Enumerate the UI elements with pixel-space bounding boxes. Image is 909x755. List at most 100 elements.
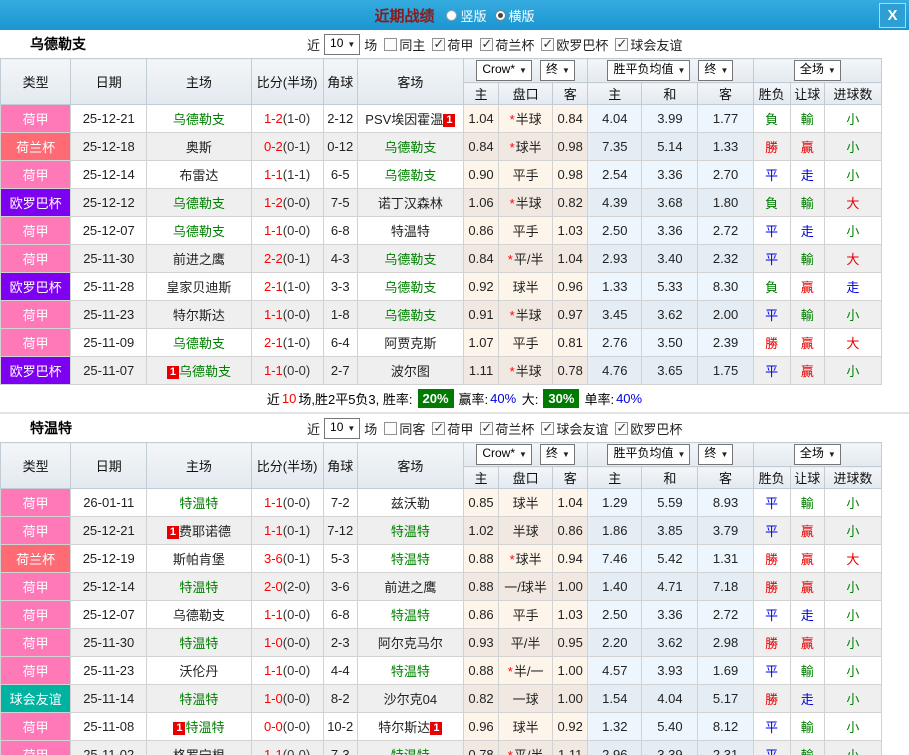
mean-draw-cell: 3.93	[642, 657, 698, 685]
odds-home-cell: 1.11	[463, 357, 498, 385]
match-row: 荷甲25-11-081特温特0-0(0-0)10-2特尔斯达10.96球半0.9…	[1, 713, 882, 741]
home-team-label: 乌德勒支	[173, 196, 225, 211]
recent-count-select[interactable]: 10▼	[324, 418, 360, 439]
handicap-cell: 輸	[790, 105, 824, 133]
odds-home-cell: 0.85	[463, 489, 498, 517]
score-cell: 0-0(0-0)	[251, 713, 323, 741]
handicap-cell: 贏	[790, 517, 824, 545]
odds-away-cell: 0.98	[553, 133, 588, 161]
mean-select[interactable]: 胜平负均值▼	[607, 444, 690, 465]
asterisk-mark: *	[508, 748, 513, 755]
full-match-select[interactable]: 全场▼	[794, 60, 841, 81]
league-checkbox-2[interactable]	[541, 38, 554, 51]
league-checkbox-0[interactable]	[432, 422, 445, 435]
odds-line-cell: *半球	[499, 357, 553, 385]
odds-final-select[interactable]: 终▼	[540, 60, 575, 81]
odds-home-cell: 0.88	[463, 573, 498, 601]
result-cell: 勝	[753, 329, 790, 357]
home-team: 特温特	[147, 489, 251, 517]
asterisk-mark: *	[510, 196, 515, 211]
league-label-3: 球会友谊	[630, 35, 682, 54]
sub-col-header: 进球数	[824, 83, 881, 105]
handicap-cell: 走	[790, 601, 824, 629]
close-icon[interactable]: X	[879, 3, 906, 28]
result-cell: 平	[753, 245, 790, 273]
away-team: 特尔斯达1	[357, 713, 463, 741]
halftime-score: (1-0)	[283, 335, 310, 350]
match-row: 荷甲25-11-30特温特1-0(0-0)2-3阿尔克马尔0.93平/半0.95…	[1, 629, 882, 657]
home-team-label: 皇家贝迪斯	[166, 280, 231, 295]
away-team-label: 阿贾克斯	[384, 336, 436, 351]
mean-draw-cell: 3.50	[642, 329, 698, 357]
same-venue-label: 同主	[399, 35, 425, 54]
filter-bar: 近10▼场同主荷甲荷兰杯欧罗巴杯球会友谊	[307, 34, 682, 55]
header-row-groups: 类型日期主场比分(半场)角球客场Crow*▼终▼胜平负均值▼终▼全场▼	[1, 443, 882, 467]
mean-final-select-value: 终	[704, 446, 716, 460]
league-badge: 荷甲	[1, 601, 71, 629]
mean-final-select[interactable]: 终▼	[698, 60, 733, 81]
odds-line-cell: *球半	[499, 133, 553, 161]
chevron-down-icon: ▼	[347, 424, 355, 433]
red-card-badge: 1	[443, 114, 455, 127]
match-row: 荷甲25-12-14布雷达1-1(1-1)6-5乌德勒支0.90平手0.982.…	[1, 161, 882, 189]
mean-away-cell: 8.12	[698, 713, 753, 741]
fulltime-score: 2-0	[264, 579, 283, 594]
odds-company-select[interactable]: Crow*▼	[476, 60, 532, 81]
league-badge: 荷甲	[1, 657, 71, 685]
home-team-label: 前进之鹰	[173, 252, 225, 267]
league-badge: 荷兰杯	[1, 133, 71, 161]
mean-home-cell: 1.40	[588, 573, 642, 601]
mean-home-cell: 1.86	[588, 517, 642, 545]
away-team: 阿贾克斯	[357, 329, 463, 357]
corners-cell: 4-4	[323, 657, 357, 685]
score-cell: 1-1(1-1)	[251, 161, 323, 189]
full-match-select[interactable]: 全场▼	[794, 444, 841, 465]
mean-away-cell: 5.17	[698, 685, 753, 713]
mean-final-select[interactable]: 终▼	[698, 444, 733, 465]
chevron-down-icon: ▼	[828, 66, 836, 75]
league-checkbox-1[interactable]	[480, 422, 493, 435]
asterisk-mark: *	[508, 664, 513, 679]
title-bar: 近期战绩 竖版 横版 X	[0, 0, 909, 30]
mean-away-cell: 1.80	[698, 189, 753, 217]
handicap-cell: 輸	[790, 189, 824, 217]
date-cell: 25-12-14	[71, 573, 147, 601]
league-checkbox-2[interactable]	[541, 422, 554, 435]
home-team: 格罗宁根	[147, 741, 251, 755]
league-badge: 荷甲	[1, 329, 71, 357]
league-checkbox-1[interactable]	[480, 38, 493, 51]
result-cell: 平	[753, 161, 790, 189]
odds-line-cell: *半球	[499, 105, 553, 133]
fulltime-score: 1-2	[264, 195, 283, 210]
odds-away-cell: 1.00	[553, 573, 588, 601]
odds-away-cell: 0.94	[553, 545, 588, 573]
recent-count-select[interactable]: 10▼	[324, 34, 360, 55]
odds-line-cell: 平手	[499, 161, 553, 189]
mean-select[interactable]: 胜平负均值▼	[607, 60, 690, 81]
odds-home-cell: 0.92	[463, 273, 498, 301]
same-venue-checkbox[interactable]	[384, 38, 397, 51]
sub-col-header: 胜负	[753, 467, 790, 489]
odds-company-select[interactable]: Crow*▼	[476, 444, 532, 465]
odds-line-cell: *半球	[499, 301, 553, 329]
summary-near-label: 近	[267, 389, 280, 408]
league-badge: 欧罗巴杯	[1, 273, 71, 301]
mean-draw-cell: 4.71	[642, 573, 698, 601]
layout-horizontal-radio[interactable]	[495, 10, 506, 21]
odds-final-select[interactable]: 终▼	[540, 444, 575, 465]
handicap-cell: 贏	[790, 273, 824, 301]
date-cell: 25-12-12	[71, 189, 147, 217]
halftime-score: (0-0)	[283, 607, 310, 622]
handicap-cell: 輸	[790, 741, 824, 755]
col-header: 客场	[357, 59, 463, 105]
sub-col-header: 客	[698, 83, 753, 105]
same-venue-checkbox[interactable]	[384, 422, 397, 435]
league-checkbox-3[interactable]	[615, 422, 628, 435]
goals-cell: 小	[824, 685, 881, 713]
chevron-down-icon: ▼	[678, 66, 686, 75]
layout-vertical-radio[interactable]	[446, 10, 457, 21]
away-team: 特温特	[357, 517, 463, 545]
fulltime-score: 2-1	[264, 335, 283, 350]
league-checkbox-0[interactable]	[432, 38, 445, 51]
league-checkbox-3[interactable]	[615, 38, 628, 51]
